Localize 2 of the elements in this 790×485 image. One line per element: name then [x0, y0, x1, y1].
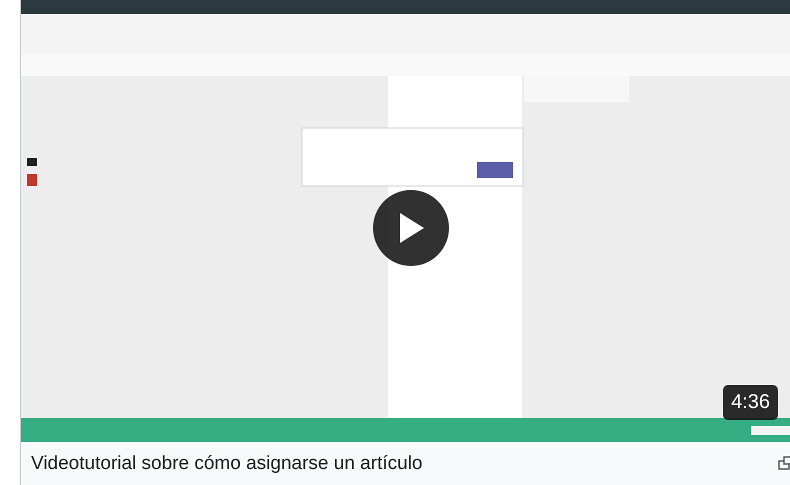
video-duration: 4:36	[723, 385, 778, 420]
video-caption: Videotutorial sobre cómo asignarse un artículo	[31, 452, 422, 474]
